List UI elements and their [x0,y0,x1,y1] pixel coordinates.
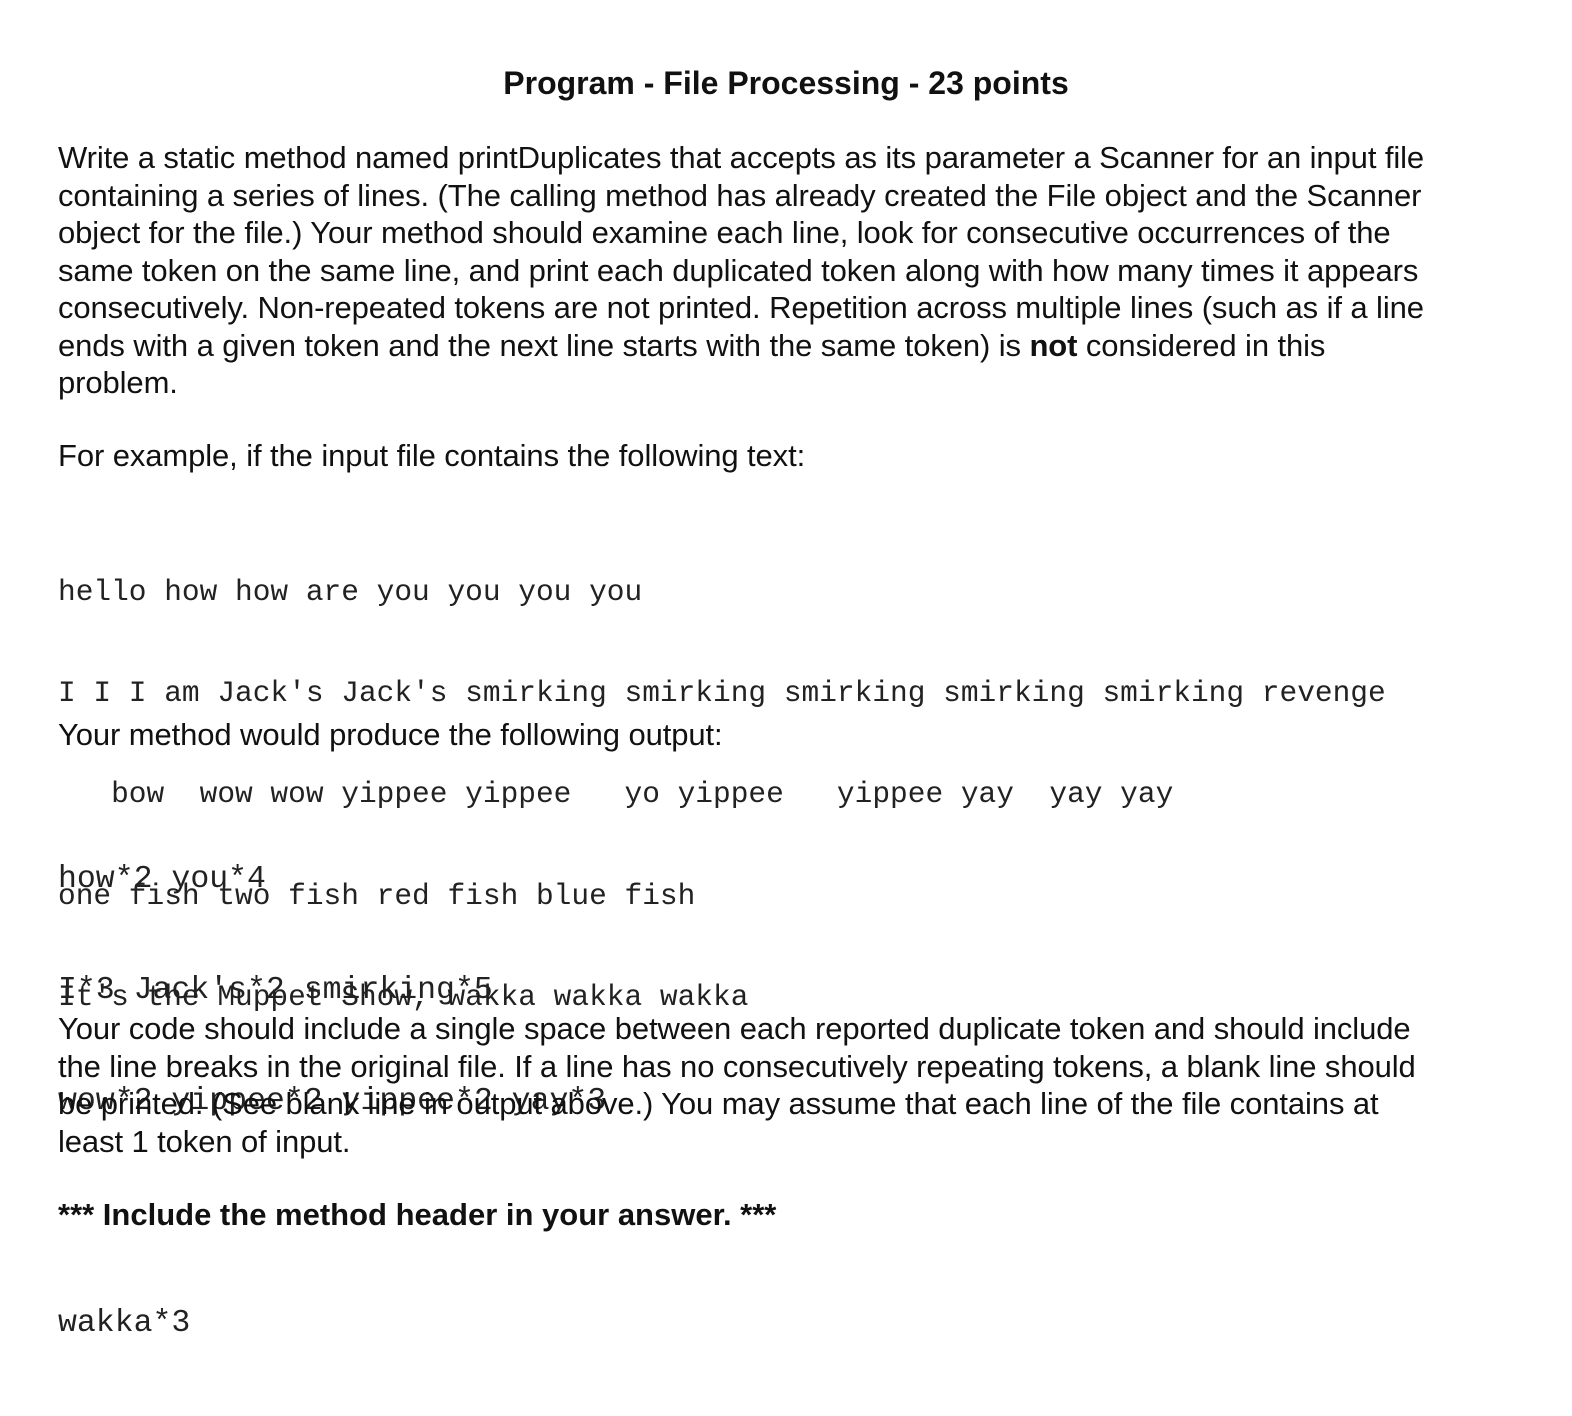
requirements-notes: Your code should include a single space … [58,1010,1528,1160]
example-intro: For example, if the input file contains … [58,437,1528,475]
description-line: Write a static method named printDuplica… [58,140,1425,175]
output-intro-text: Your method would produce the following … [58,717,723,752]
method-header-reminder: *** Include the method header in your an… [58,1197,777,1232]
document-page: Program - File Processing - 23 points Wr… [0,0,1572,1341]
description-text: ends with a given token and the next lin… [58,327,1030,363]
notes-line: be printed. (See blank line in output ab… [58,1086,1379,1121]
description-line: same token on the same line, and print e… [58,252,1419,288]
description-line: problem. [58,365,178,400]
input-line: I I I am Jack's Jack's smirking smirking… [58,675,1386,710]
input-line: hello how how are you you you you [58,574,643,609]
output-intro: Your method would produce the following … [58,716,1528,754]
output-line: I*3 Jack's*2 smirking*5 [58,973,493,1008]
emphasis-not: not [1029,327,1078,363]
page-title: Program - File Processing - 23 points [503,65,1069,101]
notes-line: the line breaks in the original file. If… [58,1048,1416,1084]
example-intro-text: For example, if the input file contains … [58,438,806,473]
description-text: considered in this [1077,327,1326,363]
output-line: wakka*3 [58,1306,191,1341]
description-line: consecutively. Non-repeated tokens are n… [58,290,1424,325]
notes-line: least 1 token of input. [58,1123,351,1159]
description-line: containing a series of lines. (The calli… [58,177,1422,213]
problem-description: Write a static method named printDuplica… [58,139,1528,402]
notes-line: Your code should include a single space … [58,1011,1411,1046]
output-line: how*2 you*4 [58,862,266,897]
description-line: object for the file.) Your method should… [58,215,1391,250]
description-line: ends with a given token and the next lin… [58,327,1528,365]
